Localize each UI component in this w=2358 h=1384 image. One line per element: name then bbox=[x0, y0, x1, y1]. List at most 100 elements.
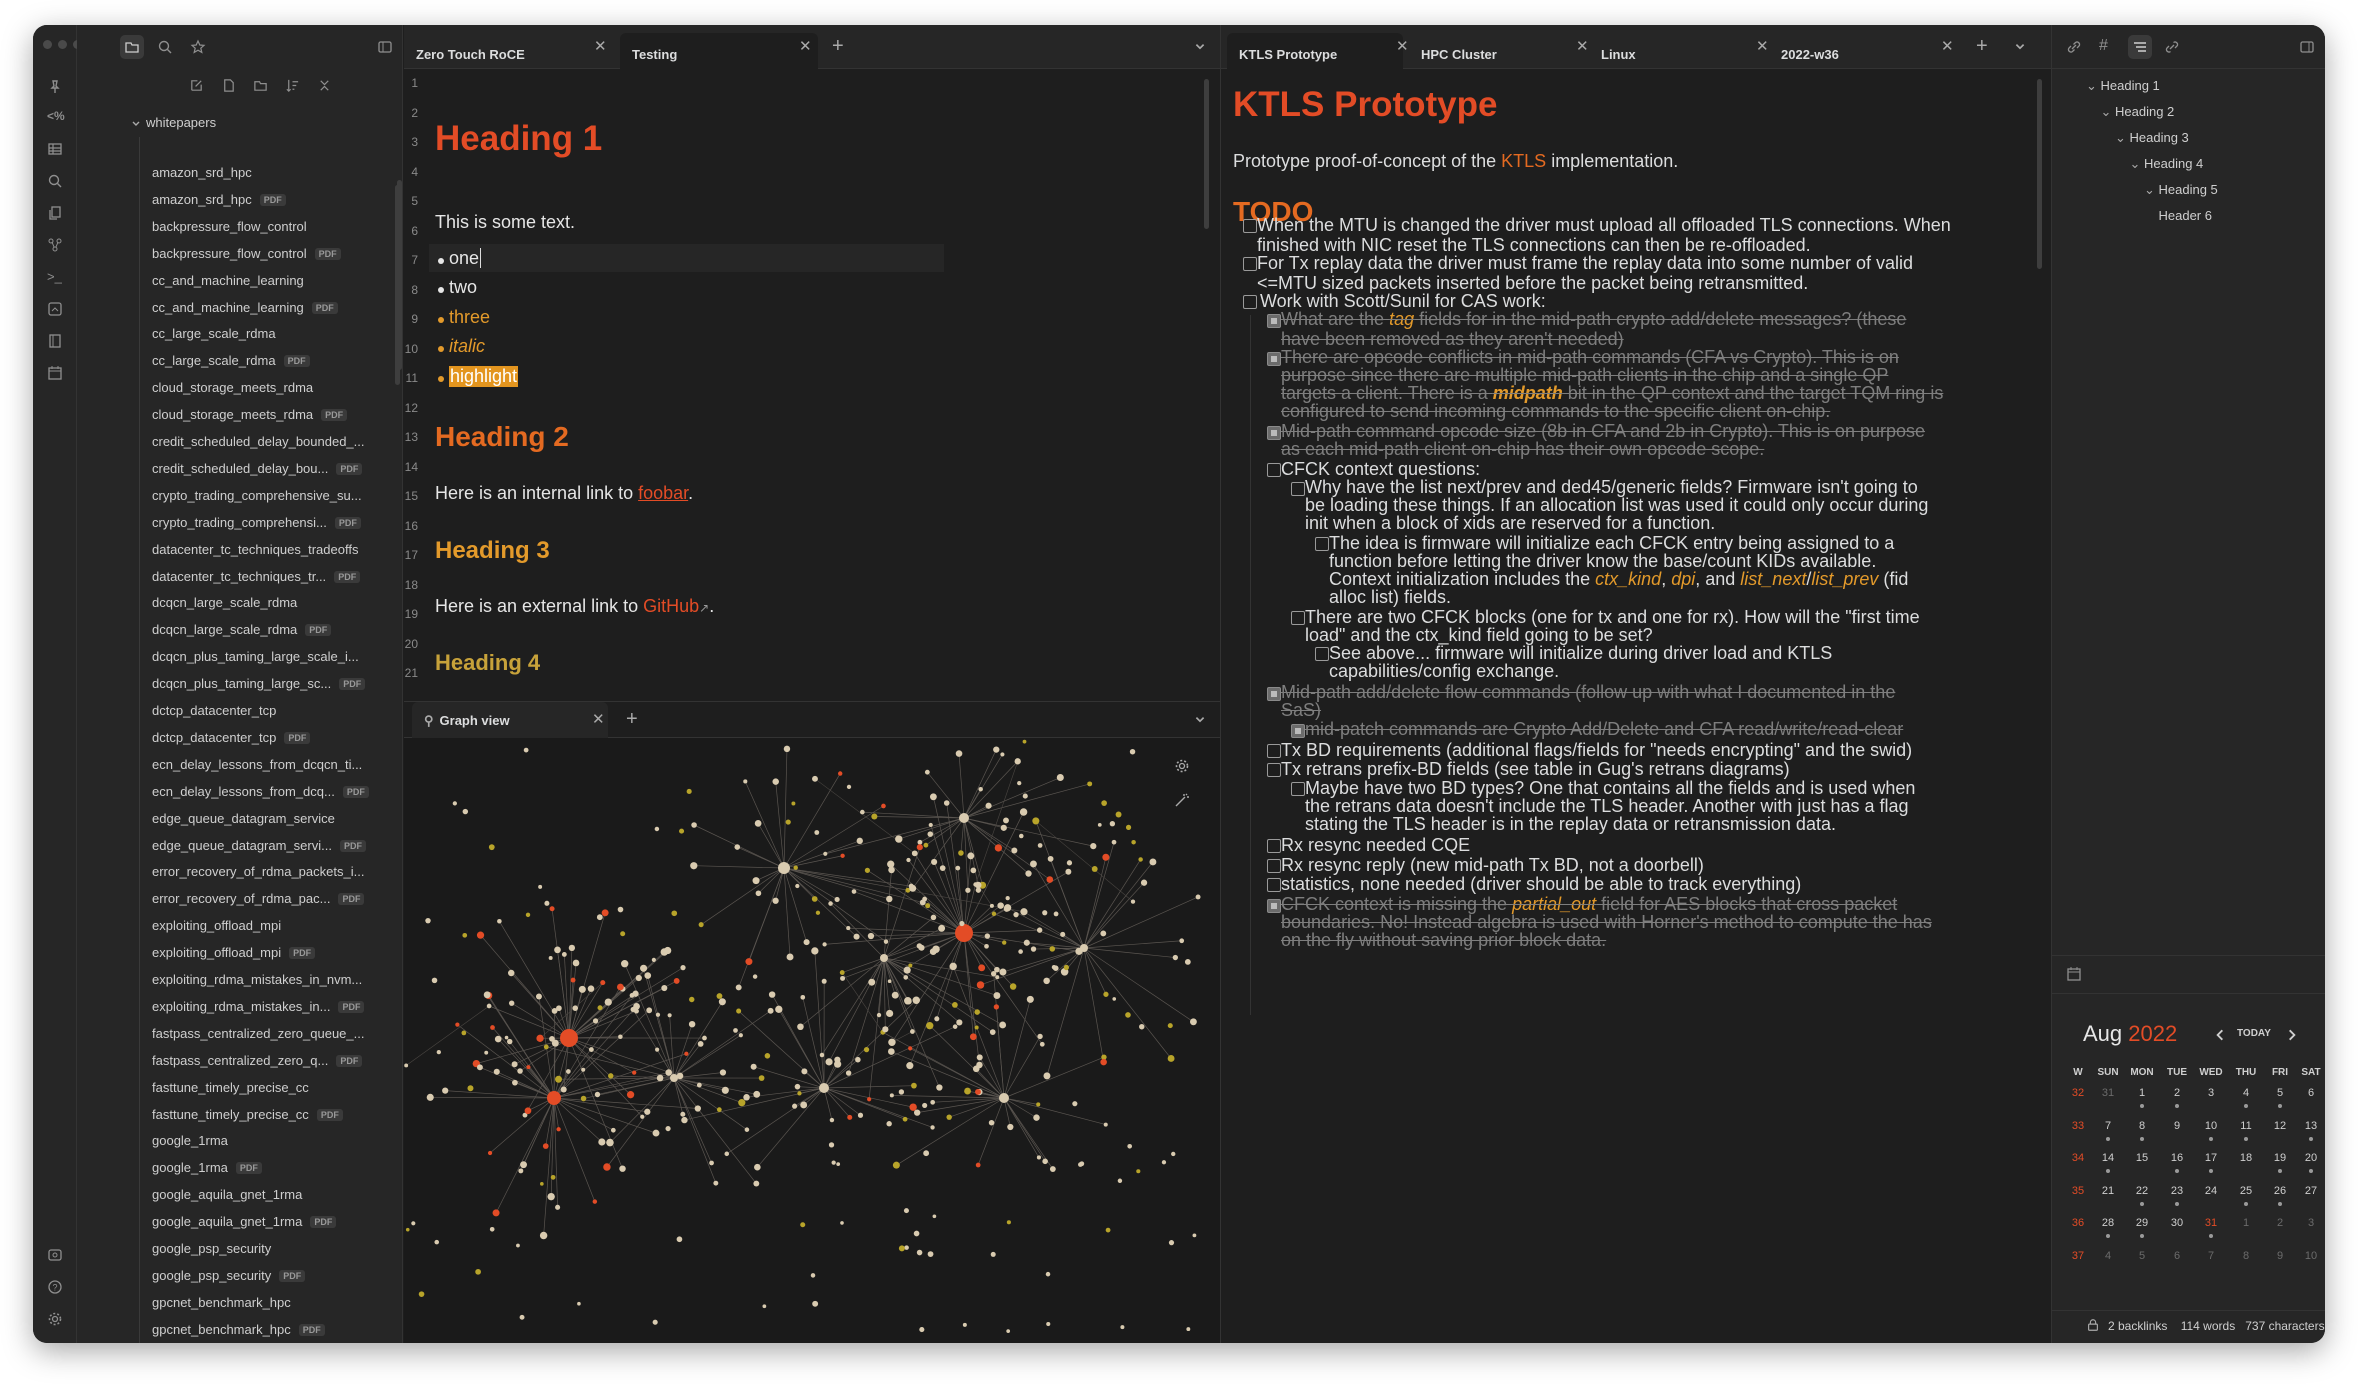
graph-node[interactable] bbox=[743, 779, 748, 784]
graph-node[interactable] bbox=[962, 1322, 967, 1327]
graph-node[interactable] bbox=[1009, 983, 1017, 990]
file-item[interactable]: google_1rma bbox=[152, 1133, 228, 1148]
week-number[interactable]: 37 bbox=[2066, 1250, 2090, 1262]
graph-node[interactable] bbox=[887, 1048, 895, 1055]
graph-node[interactable] bbox=[676, 1072, 684, 1080]
graph-node[interactable] bbox=[995, 975, 1000, 980]
graph-node[interactable] bbox=[1097, 823, 1102, 827]
graph-node[interactable] bbox=[411, 1221, 416, 1226]
graph-settings-icon[interactable] bbox=[1174, 758, 1190, 774]
graph-node[interactable] bbox=[888, 866, 895, 874]
file-item[interactable]: gpcnet_benchmark_hpc PDF bbox=[152, 1322, 325, 1337]
gutter-scrollbar[interactable] bbox=[397, 180, 402, 370]
week-number[interactable]: 33 bbox=[2066, 1120, 2090, 1132]
file-item[interactable]: dctcp_datacenter_tcp bbox=[152, 703, 276, 718]
task-checkbox[interactable] bbox=[1315, 537, 1329, 551]
chevron-down-icon[interactable] bbox=[131, 119, 141, 129]
graph-node[interactable] bbox=[840, 853, 845, 858]
graph-node[interactable] bbox=[1049, 946, 1056, 952]
task-checkbox[interactable] bbox=[1267, 744, 1281, 758]
graph-node[interactable] bbox=[1036, 1155, 1041, 1160]
template-icon[interactable]: <% bbox=[47, 109, 65, 125]
close-window-button[interactable] bbox=[43, 40, 52, 49]
graph-node[interactable] bbox=[886, 1009, 894, 1018]
graph-node[interactable] bbox=[580, 1095, 587, 1102]
graph-node[interactable] bbox=[1005, 895, 1010, 901]
graph-node[interactable] bbox=[656, 1074, 664, 1082]
graph-node[interactable] bbox=[803, 939, 810, 946]
graph-node[interactable] bbox=[1011, 847, 1018, 854]
graph-node[interactable] bbox=[752, 877, 760, 885]
graph-node[interactable] bbox=[881, 803, 886, 809]
task-checkbox[interactable] bbox=[1291, 482, 1305, 496]
week-number[interactable]: 35 bbox=[2066, 1185, 2090, 1197]
graph-node[interactable] bbox=[504, 1035, 509, 1040]
graph-node[interactable] bbox=[1025, 870, 1032, 877]
graph-node[interactable] bbox=[863, 1047, 870, 1053]
graph-node[interactable] bbox=[572, 1005, 579, 1011]
graph-node[interactable] bbox=[543, 1044, 549, 1050]
graph-node[interactable] bbox=[855, 1056, 861, 1063]
graph-node[interactable] bbox=[484, 1050, 489, 1055]
graph-node[interactable] bbox=[801, 1068, 808, 1075]
graph-node[interactable] bbox=[902, 1116, 908, 1122]
close-tab-icon[interactable]: ✕ bbox=[799, 39, 812, 54]
graph-node[interactable] bbox=[793, 865, 798, 870]
graph-node[interactable] bbox=[891, 991, 899, 999]
graph-node[interactable] bbox=[930, 1125, 935, 1130]
calendar-day[interactable]: 29 bbox=[2130, 1217, 2154, 1229]
graph-node[interactable] bbox=[618, 1034, 623, 1040]
graph-node[interactable] bbox=[975, 1162, 981, 1168]
graph-node[interactable] bbox=[930, 1099, 936, 1105]
file-item[interactable]: cc_large_scale_rdma PDF bbox=[152, 353, 310, 368]
graph-node[interactable] bbox=[810, 1273, 816, 1278]
graph-node[interactable] bbox=[930, 914, 937, 921]
right-sidebar-toggle-icon[interactable] bbox=[2299, 39, 2315, 55]
reading-pane[interactable]: KTLS Prototype Prototype proof-of-concep… bbox=[1221, 69, 2051, 1343]
graph-node[interactable] bbox=[549, 1036, 555, 1042]
graph-node[interactable] bbox=[845, 1070, 852, 1076]
graph-node[interactable] bbox=[680, 1111, 686, 1117]
graph-node[interactable] bbox=[834, 1056, 841, 1063]
graph-node[interactable] bbox=[554, 946, 561, 954]
graph-node[interactable] bbox=[1013, 912, 1019, 918]
calendar-day[interactable]: 12 bbox=[2268, 1120, 2292, 1132]
graph-node[interactable] bbox=[1036, 1102, 1041, 1107]
graph-node[interactable] bbox=[1002, 940, 1007, 945]
new-file-icon[interactable] bbox=[221, 78, 236, 93]
file-item[interactable]: cc_large_scale_rdma bbox=[152, 326, 276, 341]
graph-node[interactable] bbox=[772, 897, 779, 904]
calendar-day[interactable]: 10 bbox=[2299, 1250, 2323, 1262]
folder-tab-icon[interactable] bbox=[120, 35, 144, 59]
calendar-day[interactable]: 6 bbox=[2165, 1250, 2189, 1262]
graph-node[interactable] bbox=[568, 944, 576, 952]
graph-node[interactable] bbox=[1091, 866, 1098, 872]
new-tab-icon[interactable]: + bbox=[832, 36, 844, 56]
graph-node[interactable] bbox=[733, 1028, 738, 1033]
graph-node[interactable] bbox=[524, 1107, 532, 1115]
graph-node[interactable] bbox=[772, 778, 779, 785]
calendar-day[interactable]: 19 bbox=[2268, 1152, 2292, 1164]
calendar-day[interactable]: 13 bbox=[2299, 1120, 2323, 1132]
editor-pane[interactable]: 1 2 3 4 5 6 7 8 9 10 11 12 13 14 15 16 17 18 19 20 21 Headin… bbox=[404, 69, 1220, 701]
graph-node[interactable] bbox=[667, 1013, 672, 1018]
graph-node[interactable] bbox=[923, 1150, 930, 1157]
calendar-day[interactable]: 7 bbox=[2096, 1120, 2120, 1132]
graph-node[interactable] bbox=[927, 831, 934, 837]
graph-node[interactable] bbox=[1130, 899, 1136, 904]
file-item[interactable]: google_psp_security PDF bbox=[152, 1268, 306, 1283]
calendar-day[interactable]: 6 bbox=[2299, 1087, 2323, 1099]
graph-node[interactable] bbox=[903, 975, 909, 980]
graph-node[interactable] bbox=[864, 867, 871, 873]
tab-2022-w36[interactable]: 2022-w36 bbox=[1769, 33, 1945, 69]
graph-node[interactable] bbox=[560, 1029, 578, 1047]
graph-node[interactable] bbox=[964, 1087, 971, 1095]
terminal-icon[interactable]: >_ bbox=[47, 269, 63, 285]
graph-node[interactable] bbox=[487, 1150, 493, 1156]
graph-node[interactable] bbox=[547, 1091, 561, 1105]
graph-node[interactable] bbox=[975, 1088, 981, 1095]
graph-node[interactable] bbox=[825, 1058, 833, 1066]
graph-node[interactable] bbox=[577, 1301, 581, 1306]
graph-node[interactable] bbox=[592, 1018, 599, 1024]
calendar-day[interactable]: 4 bbox=[2234, 1087, 2258, 1099]
